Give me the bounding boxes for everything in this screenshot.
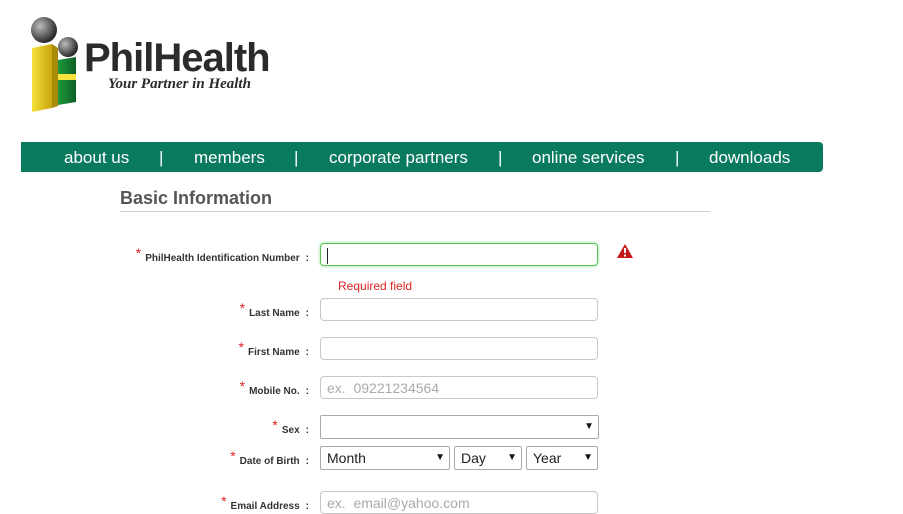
mobile-label-text: Mobile No. (249, 386, 300, 397)
pin-error-message: Required field (338, 279, 413, 293)
dropdown-arrow-icon: ▼ (583, 452, 593, 463)
label-colon: : (305, 456, 309, 467)
label-colon: : (305, 347, 309, 358)
first-name-input[interactable] (320, 337, 598, 360)
required-mark: * (221, 493, 227, 509)
label-colon: : (305, 425, 309, 436)
warning-icon (617, 244, 633, 258)
nav-downloads[interactable]: downloads (709, 142, 790, 172)
nav-members[interactable]: members (194, 142, 265, 172)
required-mark: * (135, 245, 142, 261)
dropdown-arrow-icon: ▼ (584, 421, 594, 432)
pin-label: * PhilHealth Identification Number: (135, 245, 309, 264)
dob-month-value: Month (327, 450, 366, 466)
sex-label-text: Sex (281, 425, 300, 436)
dob-year-select[interactable]: Year ▼ (526, 446, 598, 470)
required-mark: * (239, 378, 246, 394)
nav-separator: | (159, 148, 164, 167)
main-nav: about us | members | corporate partners … (21, 142, 823, 172)
sex-select[interactable]: ▼ (320, 415, 599, 439)
nav-separator: | (294, 148, 299, 167)
dob-label-text: Date of Birth (239, 456, 300, 467)
philhealth-logo[interactable]: PhilHealth Your Partner in Health (28, 16, 308, 116)
last-name-label: * Last Name: (239, 300, 309, 319)
dropdown-arrow-icon: ▼ (435, 452, 445, 463)
sex-label: * Sex: (272, 417, 309, 436)
dob-label: * Date of Birth: (230, 448, 309, 467)
section-title: Basic Information (120, 188, 273, 208)
required-mark: * (239, 300, 246, 316)
required-mark: * (230, 448, 236, 464)
first-name-label-text: First Name (247, 347, 300, 358)
mobile-input[interactable] (320, 376, 598, 399)
label-colon: : (305, 253, 309, 264)
brand-name: PhilHealth (84, 36, 271, 80)
dropdown-arrow-icon: ▼ (507, 452, 517, 463)
required-mark: * (238, 339, 244, 355)
label-colon: : (305, 386, 309, 397)
dob-day-select[interactable]: Day ▼ (454, 446, 522, 470)
first-name-label: * First Name: (238, 339, 309, 358)
required-mark: * (272, 417, 278, 433)
dob-year-value: Year (533, 450, 562, 466)
nav-online-services[interactable]: online services (532, 142, 644, 172)
dob-month-select[interactable]: Month ▼ (320, 446, 450, 470)
email-label: * Email Address: (221, 493, 309, 512)
nav-about-us[interactable]: about us (64, 142, 129, 172)
nav-separator: | (675, 148, 680, 167)
nav-separator: | (498, 148, 503, 167)
last-name-label-text: Last Name (249, 308, 300, 319)
last-name-input[interactable] (320, 298, 598, 321)
brand-tagline: Your Partner in Health (108, 76, 251, 92)
dob-day-value: Day (461, 450, 486, 466)
pin-input[interactable] (320, 243, 598, 266)
text-caret (327, 248, 328, 264)
label-colon: : (305, 308, 309, 319)
pin-label-text: PhilHealth Identification Number (145, 253, 300, 264)
mobile-label: * Mobile No.: (239, 378, 309, 397)
nav-corporate-partners[interactable]: corporate partners (329, 142, 468, 172)
section-divider (120, 211, 710, 212)
